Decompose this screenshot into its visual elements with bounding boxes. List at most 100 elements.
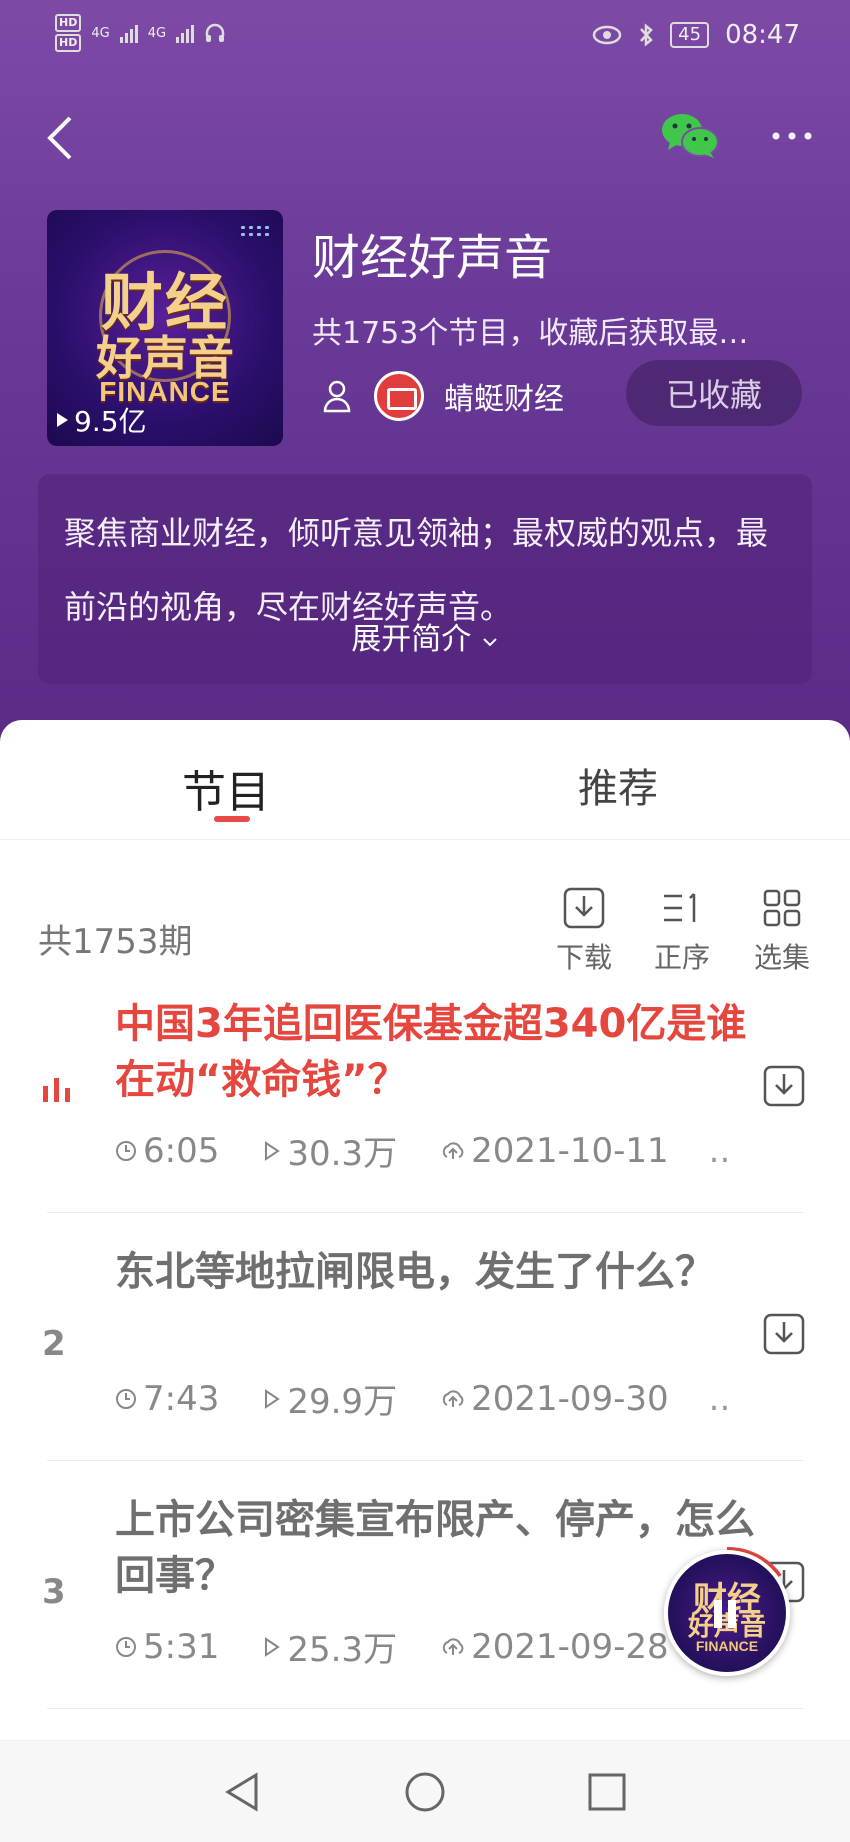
mini-player-logo-line3: FINANCE (695, 1638, 759, 1654)
playing-bars-icon (43, 1078, 70, 1102)
clock-icon (116, 1388, 136, 1409)
decor-dots (239, 224, 269, 238)
upload-icon (442, 1389, 464, 1407)
signal-indicators: HD HD 4G 4G (55, 14, 226, 52)
grid-icon (763, 889, 801, 927)
nav-recents-icon[interactable] (584, 1769, 630, 1815)
more-icon (772, 132, 812, 140)
episode-title[interactable]: 中国3年追回医保基金超340亿是谁在动“救命钱”？ (115, 996, 755, 1108)
sort-icon (664, 893, 696, 922)
download-icon[interactable] (762, 1064, 806, 1108)
upload-icon (442, 1637, 464, 1655)
episode-date: 2021-10-11 (471, 1130, 669, 1171)
author-avatar[interactable] (374, 371, 424, 421)
list-item[interactable]: 中国3年追回医保基金超340亿是谁在动“救命钱”？ 6:05 30.3万 202… (0, 996, 850, 1206)
episode-date-wrap: 2021-10-11 (441, 1131, 669, 1171)
back-button[interactable] (40, 108, 80, 168)
episode-index: 2 (42, 1324, 66, 1364)
play-outline-icon (265, 1636, 281, 1657)
episode-date-wrap: 2021-09-28 (441, 1627, 669, 1667)
tab-recommend[interactable]: 推荐 (578, 756, 658, 814)
author-row[interactable]: 蜻蜓财经 (322, 366, 564, 426)
select-episodes-button[interactable]: 选集 (742, 886, 822, 976)
download-icon[interactable] (762, 1312, 806, 1356)
system-nav-bar (0, 1740, 850, 1842)
album-header: HD HD 4G 4G 45 08:47 财经 好声音 FINANCE 9.5亿… (0, 0, 850, 760)
chevron-left-icon (47, 116, 72, 160)
play-icon (57, 413, 68, 427)
person-icon (323, 380, 351, 413)
episode-meta: 6:05 30.3万 2021-10-11 .. (115, 1126, 730, 1175)
episode-meta: 7:43 29.9万 2021-09-30 .. (115, 1374, 730, 1423)
album-subtitle: 共1753个节目，收藏后获取最… (312, 316, 749, 351)
episode-duration: 7:43 (143, 1378, 220, 1419)
wechat-icon (662, 114, 719, 158)
list-toolbar: 共1753期 下载 正序 选集 (0, 870, 850, 974)
hd-badge: HD (55, 14, 82, 32)
episode-date-wrap: 2021-09-30 (441, 1379, 669, 1419)
expand-intro-button[interactable]: 展开简介 (38, 614, 812, 658)
episode-index: 3 (42, 1572, 66, 1612)
hd-badge: HD (55, 34, 82, 52)
divider (47, 1708, 803, 1709)
bluetooth-icon (640, 23, 653, 47)
episode-duration: 6:05 (143, 1130, 220, 1171)
clock: 08:47 (725, 20, 800, 50)
status-bar: HD HD 4G 4G 45 08:47 (0, 0, 850, 72)
upload-icon (442, 1141, 464, 1159)
eye-icon (592, 25, 622, 45)
episode-meta: 5:31 25.3万 2021-09-28 (115, 1622, 669, 1671)
tab-indicator (214, 816, 250, 822)
album-intro: 聚焦商业财经，倾听意见领袖；最权威的观点，最前沿的视角，尽在财经好声音。 展开简… (38, 474, 812, 684)
episode-plays-wrap: 29.9万 (263, 1374, 397, 1423)
divider (47, 1460, 803, 1461)
mini-player[interactable]: 财经 好声音 FINANCE (664, 1550, 790, 1676)
download-label: 下载 (555, 941, 612, 974)
episode-title[interactable]: 上市公司密集宣布限产、停产，怎么回事？ (115, 1492, 755, 1604)
album-cover: 财经 好声音 FINANCE 9.5亿 (47, 210, 283, 446)
tab-episodes[interactable]: 节目 (182, 756, 270, 820)
headset-icon (205, 23, 225, 42)
sort-button[interactable]: 正序 (642, 886, 722, 976)
download-button[interactable]: 下载 (544, 886, 624, 976)
episode-more[interactable]: .. (709, 1131, 731, 1171)
status-right: 45 08:47 (592, 20, 800, 50)
episode-plays: 29.9万 (287, 1382, 398, 1422)
nav-home-icon[interactable] (402, 1769, 448, 1815)
select-episodes-label: 选集 (753, 941, 810, 974)
episode-duration: 5:31 (143, 1626, 220, 1667)
episode-plays-wrap: 30.3万 (263, 1126, 397, 1175)
network-label: 4G (91, 25, 110, 41)
clock-icon (116, 1140, 136, 1161)
episode-plays: 30.3万 (287, 1134, 398, 1174)
signal-icon (119, 23, 138, 43)
play-outline-icon (265, 1140, 281, 1161)
episode-plays-wrap: 25.3万 (263, 1622, 397, 1671)
episode-more[interactable]: .. (709, 1379, 731, 1419)
episode-count: 共1753期 (38, 922, 193, 962)
pause-icon[interactable] (714, 1600, 742, 1628)
episode-date: 2021-09-28 (471, 1626, 669, 1667)
clock-icon (116, 1636, 136, 1657)
episode-plays: 25.3万 (287, 1630, 398, 1670)
network-label: 4G (147, 25, 167, 41)
download-icon (563, 887, 605, 929)
sort-label: 正序 (653, 941, 710, 974)
episode-date: 2021-09-30 (471, 1378, 669, 1419)
list-item[interactable]: 2 东北等地拉闸限电，发生了什么？ 7:43 29.9万 2021-09-30 … (0, 1244, 850, 1454)
nav-back-icon[interactable] (220, 1769, 266, 1815)
episode-title[interactable]: 东北等地拉闸限电，发生了什么？ (115, 1244, 755, 1300)
play-count: 9.5亿 (57, 400, 147, 440)
favorite-button[interactable]: 已收藏 (626, 360, 802, 426)
battery-indicator: 45 (670, 22, 710, 48)
signal-icon (176, 23, 195, 43)
play-outline-icon (265, 1388, 281, 1409)
play-count-value: 9.5亿 (74, 405, 147, 438)
author-name[interactable]: 蜻蜓财经 (444, 374, 564, 418)
wechat-share-button[interactable] (658, 108, 722, 164)
chevron-down-icon (483, 638, 497, 647)
divider (47, 1212, 803, 1213)
album-title: 财经好声音 (312, 230, 553, 286)
more-button[interactable] (768, 118, 816, 154)
expand-intro-label: 展开简介 (351, 622, 472, 657)
